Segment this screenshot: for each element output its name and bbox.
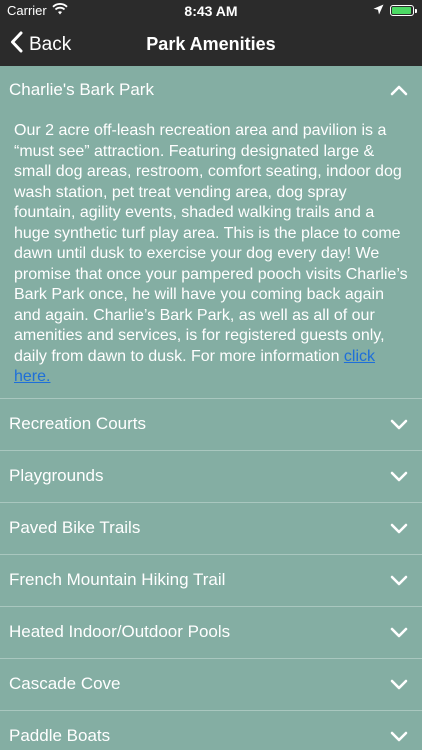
- chevron-down-icon: [390, 626, 408, 638]
- chevron-down-icon: [390, 730, 408, 742]
- section-paved-bike-trails: Paved Bike Trails: [0, 503, 422, 555]
- section-header[interactable]: Recreation Courts: [0, 399, 422, 450]
- back-label: Back: [29, 34, 72, 55]
- section-header[interactable]: French Mountain Hiking Trail: [0, 555, 422, 606]
- section-title: Paved Bike Trails: [9, 518, 141, 537]
- section-header[interactable]: Heated Indoor/Outdoor Pools: [0, 607, 422, 658]
- section-title: Cascade Cove: [9, 674, 121, 693]
- chevron-up-icon: [390, 84, 408, 96]
- section-title: Charlie's Bark Park: [9, 80, 154, 99]
- section-header[interactable]: Paved Bike Trails: [0, 503, 422, 554]
- section-french-mountain-hiking-trail: French Mountain Hiking Trail: [0, 555, 422, 607]
- status-bar: Carrier 8:43 AM: [0, 0, 422, 22]
- back-button[interactable]: Back: [10, 31, 71, 59]
- navigation-bar: Back Park Amenities: [0, 22, 422, 66]
- section-title: Recreation Courts: [9, 414, 147, 433]
- section-title: French Mountain Hiking Trail: [9, 570, 226, 589]
- chevron-down-icon: [390, 574, 408, 586]
- section-header[interactable]: Playgrounds: [0, 451, 422, 502]
- chevron-down-icon: [390, 522, 408, 534]
- status-time: 8:43 AM: [184, 3, 238, 19]
- section-cascade-cove: Cascade Cove: [0, 659, 422, 711]
- chevron-down-icon: [390, 418, 408, 430]
- section-playgrounds: Playgrounds: [0, 451, 422, 503]
- battery-icon: [390, 5, 417, 16]
- chevron-down-icon: [390, 678, 408, 690]
- description-text: Our 2 acre off-leash recreation area and…: [14, 122, 408, 365]
- chevron-left-icon: [10, 31, 23, 59]
- section-paddle-boats: Paddle Boats: [0, 711, 422, 750]
- section-header-charlies-bark-park[interactable]: Charlie's Bark Park: [0, 66, 422, 114]
- section-heated-pools: Heated Indoor/Outdoor Pools: [0, 607, 422, 659]
- amenities-list: Charlie's Bark Park Our 2 acre off-leash…: [0, 66, 422, 750]
- section-title: Playgrounds: [9, 466, 104, 485]
- location-arrow-icon: [373, 3, 384, 18]
- section-title: Paddle Boats: [9, 726, 111, 745]
- section-recreation-courts: Recreation Courts: [0, 399, 422, 451]
- section-charlies-bark-park: Charlie's Bark Park Our 2 acre off-leash…: [0, 66, 422, 399]
- section-title: Heated Indoor/Outdoor Pools: [9, 622, 231, 641]
- status-right: [373, 3, 417, 18]
- section-description: Our 2 acre off-leash recreation area and…: [0, 114, 422, 398]
- section-header[interactable]: Paddle Boats: [0, 711, 422, 750]
- chevron-down-icon: [390, 470, 408, 482]
- section-header[interactable]: Cascade Cove: [0, 659, 422, 710]
